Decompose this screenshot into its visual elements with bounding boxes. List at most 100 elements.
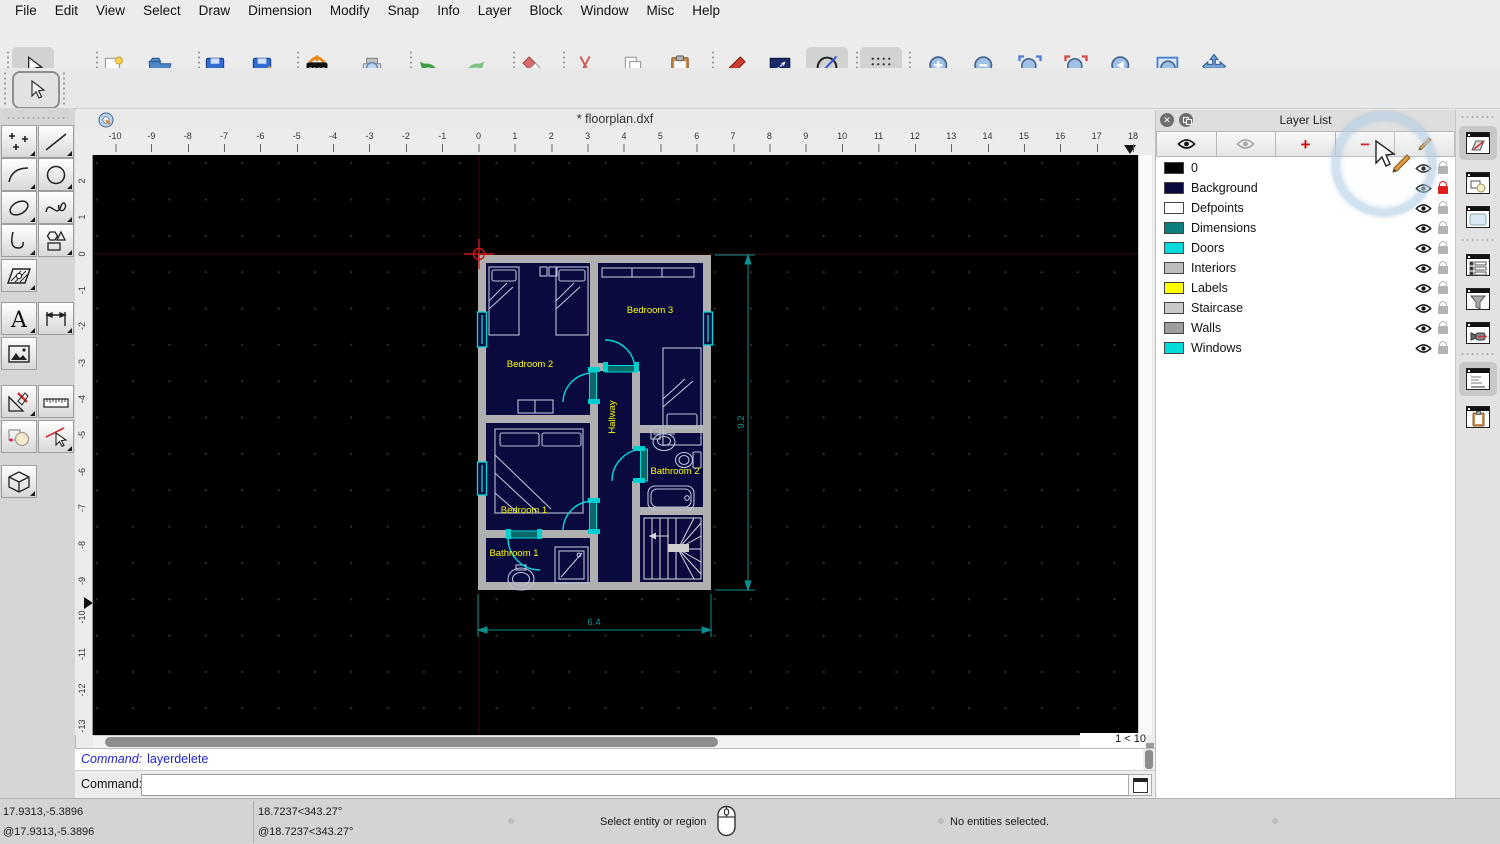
hide-all-layers-button[interactable] <box>1216 131 1277 157</box>
layer-row[interactable]: Dimensions <box>1156 218 1455 238</box>
layer-row[interactable]: Windows <box>1156 338 1455 358</box>
pick-entity-tool[interactable] <box>38 420 74 453</box>
arc-tool[interactable] <box>1 158 37 191</box>
toolbar-handle[interactable] <box>62 71 66 105</box>
spline-tool[interactable] <box>38 191 74 224</box>
solid-3d-tool[interactable] <box>1 465 37 498</box>
dock-library-browser-button[interactable] <box>1459 200 1497 234</box>
layer-visibility-icon[interactable] <box>1415 263 1432 274</box>
line-tool[interactable] <box>38 125 74 158</box>
hruler-number: 6 <box>694 131 700 152</box>
command-detach-button[interactable] <box>1128 774 1152 796</box>
menu-item[interactable]: Draw <box>190 0 240 22</box>
layer-row[interactable]: Background <box>1156 178 1455 198</box>
floorplan-drawing: Bedroom 3 Bedroom 2 Hallway Bathroom 2 B… <box>93 155 1138 735</box>
dock-command-line-button[interactable] <box>1459 362 1497 396</box>
dock-flashlight-button[interactable] <box>1459 316 1497 350</box>
draw-tools[interactable] <box>1 385 37 418</box>
points-tool[interactable] <box>1 125 37 158</box>
dimension-tool[interactable] <box>38 302 74 335</box>
menu-item[interactable]: Block <box>521 0 572 22</box>
layer-color-swatch <box>1164 282 1184 294</box>
layer-visibility-icon[interactable] <box>1415 323 1432 334</box>
panel-dock <box>1455 110 1500 798</box>
layer-lock-icon[interactable] <box>1438 261 1448 274</box>
layer-name: Walls <box>1191 321 1222 335</box>
polyline-tool[interactable] <box>1 224 37 257</box>
layer-row[interactable]: Walls <box>1156 318 1455 338</box>
document-titlebar[interactable]: * floorplan.dxf <box>75 110 1155 130</box>
layer-row[interactable]: Labels <box>1156 278 1455 298</box>
history-scrollbar-thumb[interactable] <box>1145 750 1153 769</box>
polyline-icon <box>11 231 24 249</box>
layer-color-swatch <box>1164 162 1184 174</box>
layer-color-swatch <box>1164 302 1184 314</box>
dock-clipboard-button[interactable] <box>1459 400 1497 434</box>
text-tool[interactable]: A <box>1 302 37 335</box>
menu-item[interactable]: Help <box>683 0 729 22</box>
layer-visibility-icon[interactable] <box>1415 223 1432 234</box>
layer-lock-icon[interactable] <box>1438 201 1448 214</box>
menu-item[interactable]: Dimension <box>239 0 321 22</box>
shapes-tool[interactable] <box>38 224 74 257</box>
layer-lock-icon[interactable] <box>1438 241 1448 254</box>
history-scrollbar[interactable] <box>1143 749 1155 771</box>
ellipse-icon <box>9 199 29 216</box>
layer-lock-icon[interactable] <box>1438 341 1448 354</box>
layer-row[interactable]: Defpoints <box>1156 198 1455 218</box>
canvas-hscrollbar[interactable] <box>93 735 1138 748</box>
command-input[interactable] <box>141 774 1130 796</box>
menu-item[interactable]: Select <box>134 0 190 22</box>
layer-visibility-icon[interactable] <box>1415 203 1432 214</box>
menu-item[interactable]: Modify <box>321 0 379 22</box>
menu-item[interactable]: Window <box>572 0 638 22</box>
layer-lock-icon[interactable] <box>1438 301 1448 314</box>
layer-row[interactable]: Doors <box>1156 238 1455 258</box>
dock-selection-filter-button[interactable] <box>1459 282 1497 316</box>
hatch-tool[interactable] <box>1 259 37 292</box>
menu-item[interactable]: View <box>87 0 134 22</box>
menu-item[interactable]: Edit <box>46 0 87 22</box>
circle-tool[interactable] <box>38 158 74 191</box>
dock-block-list-button[interactable] <box>1459 166 1497 200</box>
image-tool[interactable] <box>1 337 37 370</box>
dock-handle[interactable] <box>1460 115 1496 119</box>
menu-item[interactable]: File <box>6 0 46 22</box>
layer-visibility-icon[interactable] <box>1415 283 1432 294</box>
qcad-app: { "menu": { "items": ["File","Edit","Vie… <box>0 0 1500 844</box>
dock-property-editor-button[interactable] <box>1459 248 1497 282</box>
layer-row[interactable]: Interiors <box>1156 258 1455 278</box>
menu-item[interactable]: Info <box>428 0 469 22</box>
menu-item[interactable]: Misc <box>638 0 684 22</box>
layer-lock-icon[interactable] <box>1438 181 1448 194</box>
layer-visibility-icon[interactable] <box>1415 303 1432 314</box>
ellipse-tool[interactable] <box>1 191 37 224</box>
menu-item[interactable]: Snap <box>379 0 429 22</box>
show-all-layers-button[interactable] <box>1156 131 1217 157</box>
measure-tool[interactable] <box>38 385 74 418</box>
hscrollbar-thumb[interactable] <box>105 737 718 747</box>
palette-handle[interactable] <box>6 116 68 120</box>
command-history[interactable]: Command: layerdelete <box>75 748 1155 771</box>
add-layer-button[interactable]: + <box>1276 131 1336 157</box>
layer-visibility-icon[interactable] <box>1415 343 1432 354</box>
canvas-vscrollbar[interactable] <box>1138 155 1152 735</box>
selection-tool-button[interactable] <box>12 71 60 109</box>
layer-panel-header: ✕ Layer List <box>1156 110 1455 131</box>
dock-layer-list-button[interactable] <box>1459 126 1497 160</box>
layer-lock-icon[interactable] <box>1438 161 1448 174</box>
toolbar-handle[interactable] <box>3 71 7 105</box>
layer-color-swatch <box>1164 222 1184 234</box>
layer-visibility-icon[interactable] <box>1415 183 1432 194</box>
dim-height: 9.2 <box>736 415 747 428</box>
layer-row[interactable]: Staircase <box>1156 298 1455 318</box>
layer-lock-icon[interactable] <box>1438 321 1448 334</box>
layer-lock-icon[interactable] <box>1438 281 1448 294</box>
command-input-row: Command: <box>75 770 1155 798</box>
layer-lock-icon[interactable] <box>1438 221 1448 234</box>
layer-visibility-icon[interactable] <box>1415 243 1432 254</box>
layer-visibility-icon[interactable] <box>1415 163 1432 174</box>
drawing-canvas[interactable]: Bedroom 3 Bedroom 2 Hallway Bathroom 2 B… <box>93 155 1138 735</box>
menu-item[interactable]: Layer <box>469 0 521 22</box>
modify-tool[interactable] <box>1 420 37 453</box>
